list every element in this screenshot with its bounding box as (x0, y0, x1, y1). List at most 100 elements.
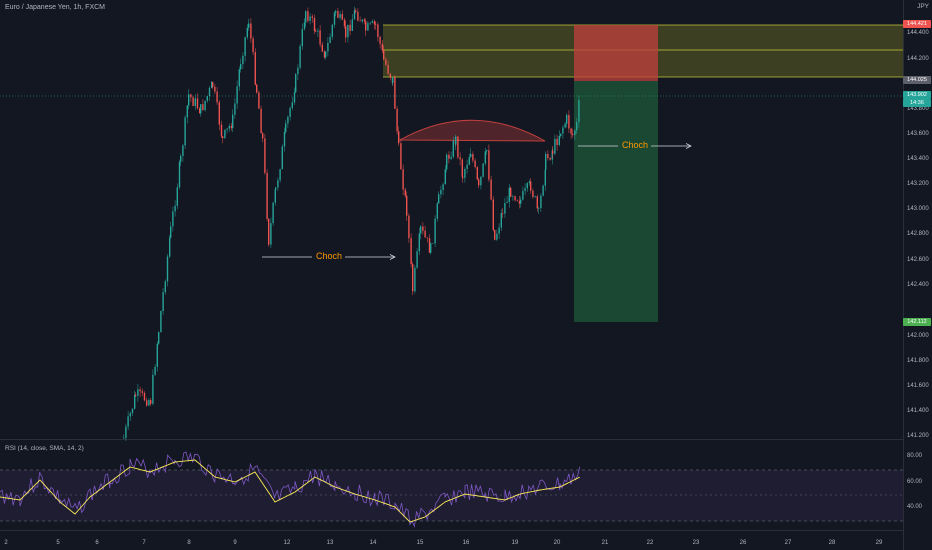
choch-label-2[interactable]: Choch (622, 140, 648, 150)
candle-body (438, 194, 440, 204)
time-tick: 29 (875, 540, 883, 546)
candle-body (152, 374, 154, 404)
candle-body (162, 292, 164, 311)
candle-body (554, 138, 556, 154)
candle-body (260, 108, 262, 134)
candle-body (319, 30, 321, 45)
candle-body (369, 22, 371, 24)
candle-body (442, 184, 444, 190)
candle-body (220, 124, 223, 137)
candle-body (134, 394, 136, 409)
candle-body (506, 201, 508, 204)
candle-body (212, 81, 214, 87)
candle-body (333, 12, 336, 25)
candle-body (315, 31, 317, 32)
candle-body (139, 389, 141, 392)
candle-body (242, 55, 244, 65)
rsi-title[interactable]: RSI (14, close, SMA, 14, 2) (5, 445, 84, 452)
candle-body (275, 187, 277, 190)
candle-body (426, 237, 428, 239)
candle-body (538, 208, 540, 209)
candle-body (232, 114, 234, 129)
candle-body (343, 19, 346, 27)
candle-body (455, 136, 457, 145)
candle-body (244, 37, 246, 56)
candle-body (474, 160, 476, 168)
candle-body (347, 24, 349, 38)
candle-body (224, 129, 226, 139)
candle-body (365, 21, 367, 31)
candle-body (432, 243, 434, 244)
time-tick: 7 (142, 540, 146, 546)
candle-body (486, 150, 488, 152)
candle-body (468, 156, 470, 165)
candle-body (287, 116, 289, 124)
candle-body (492, 199, 494, 230)
candle-body (268, 219, 270, 245)
candle-body (204, 100, 206, 111)
candle-body (476, 167, 478, 180)
candle-body (192, 97, 194, 107)
candle-body (236, 86, 238, 104)
candle-body (289, 107, 291, 117)
candle-body (552, 150, 554, 154)
candle-body (186, 105, 188, 118)
candle-body (508, 187, 510, 202)
candle-body (502, 213, 504, 214)
candle-body (216, 91, 218, 103)
candle-body (570, 128, 572, 134)
time-tick: 16 (462, 540, 470, 546)
candle-body (361, 19, 363, 22)
candle-body (510, 187, 512, 197)
symbol-title[interactable]: Euro / Japanese Yen, 1h, FXCM (5, 4, 105, 11)
candle-body (131, 408, 134, 414)
candle-body (556, 138, 558, 146)
price-tick: 143.400 (907, 156, 929, 162)
candle-body (143, 392, 146, 401)
candle-body (536, 196, 538, 209)
candle-body (129, 413, 131, 417)
price-tick: 144.400 (907, 30, 929, 36)
candle-body (323, 51, 326, 58)
candle-body (345, 26, 347, 38)
candle-body (208, 87, 211, 97)
price-tick: 143.600 (907, 131, 929, 137)
candle-body (226, 128, 228, 130)
candle-body (254, 52, 256, 85)
candle-body (520, 199, 522, 204)
candle-body (180, 156, 182, 162)
candle-body (327, 42, 329, 52)
entry-price-tag: 144.025 (903, 76, 931, 84)
candle-body (498, 227, 500, 234)
price-tick: 142.800 (907, 231, 929, 237)
candle-body (446, 154, 448, 170)
candle-body (478, 179, 480, 186)
candle-body (416, 251, 418, 268)
price-tick: 141.800 (907, 358, 929, 364)
candle-body (549, 157, 551, 160)
candle-body (434, 218, 436, 244)
candle-body (532, 190, 534, 197)
candle-body (482, 163, 484, 177)
candle-body (394, 76, 396, 109)
candle-body (542, 185, 544, 196)
candle-body (218, 102, 220, 125)
candle-body (137, 389, 139, 396)
candle-body (190, 94, 192, 98)
candle-body (295, 74, 297, 93)
candle-body (164, 281, 166, 293)
candle-body (303, 22, 306, 30)
candle-body (568, 114, 570, 129)
time-tick: 23 (692, 540, 700, 546)
choch-label-1[interactable]: Choch (316, 251, 342, 261)
price-tick: 144.200 (907, 56, 929, 62)
candle-body (457, 136, 459, 158)
candle-body (422, 226, 424, 231)
candle-body (270, 223, 272, 245)
chart-canvas[interactable] (0, 0, 932, 550)
candle-body (414, 267, 416, 292)
candle-body (178, 161, 181, 188)
candle-body (123, 437, 125, 439)
stop-price-tag: 144.421 (903, 20, 931, 28)
candle-body (392, 76, 394, 84)
